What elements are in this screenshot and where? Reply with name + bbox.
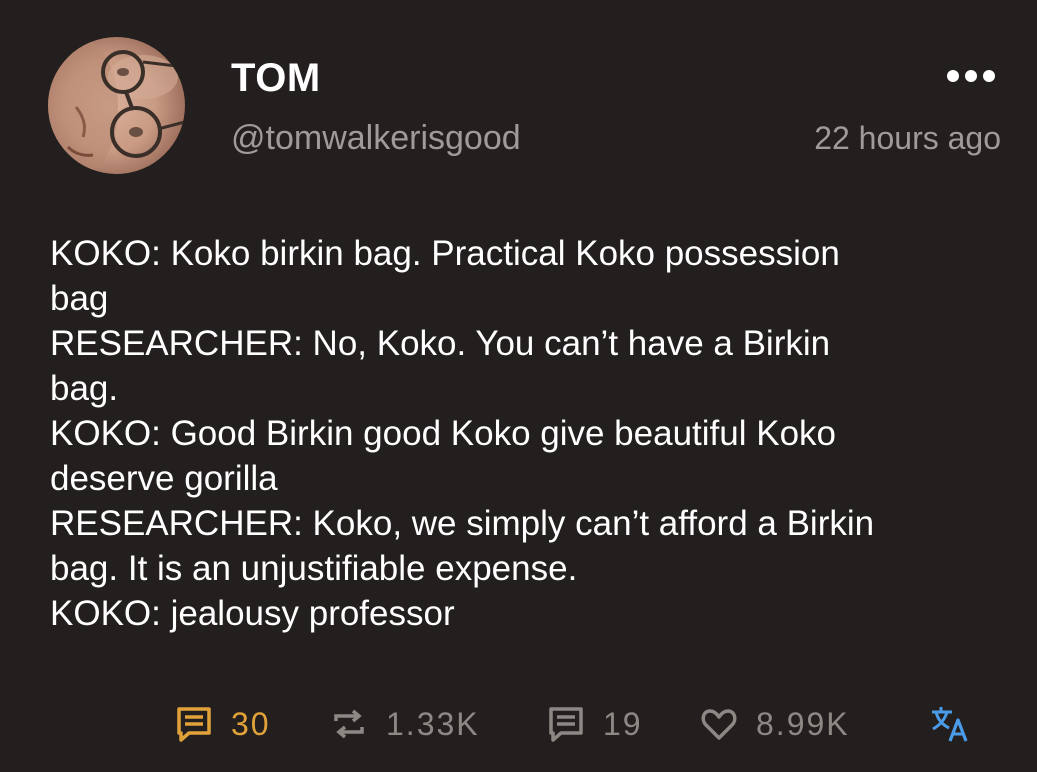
post-timestamp[interactable]: 22 hours ago (814, 118, 1001, 158)
quote-icon (549, 707, 583, 742)
content-line: RESEARCHER: No, Koko. You can’t have a B… (50, 324, 831, 363)
reply-icon (177, 707, 211, 742)
boost-count: 1.33K (386, 706, 480, 742)
content-line: deserve gorilla (50, 459, 278, 498)
author-display-name[interactable]: TOM (231, 56, 321, 100)
author-handle[interactable]: @tomwalkerisgood (231, 118, 521, 158)
content-line: KOKO: Good Birkin good Koko give beautif… (50, 414, 837, 453)
avatar-photo (48, 37, 185, 174)
content-line: bag (50, 279, 109, 318)
boost-button[interactable]: 1.33K (330, 700, 480, 748)
like-button[interactable]: 8.99K (700, 700, 850, 748)
more-horizontal-icon (947, 70, 995, 82)
translate-icon (932, 707, 968, 742)
post-actions-bar: 30 1.33K 19 8.99K (0, 700, 1037, 748)
post-content: KOKO: Koko birkin bag. Practical Koko po… (50, 231, 1000, 636)
content-line: KOKO: jealousy professor (50, 594, 455, 633)
repost-icon (334, 709, 364, 739)
content-line: bag. It is an unjustifiable expense. (50, 549, 578, 588)
quote-button[interactable]: 19 (547, 700, 643, 748)
avatar[interactable] (48, 37, 185, 174)
like-count: 8.99K (756, 706, 850, 742)
translate-button[interactable] (930, 700, 970, 748)
content-line: RESEARCHER: Koko, we simply can’t afford… (50, 504, 875, 543)
content-line: bag. (50, 369, 119, 408)
reply-count: 30 (231, 706, 271, 742)
quote-count: 19 (603, 706, 643, 742)
heart-icon (701, 709, 737, 740)
reply-button[interactable]: 30 (175, 700, 271, 748)
content-line: KOKO: Koko birkin bag. Practical Koko po… (50, 234, 840, 273)
more-options-button[interactable] (945, 64, 997, 88)
post-card: TOM @tomwalkerisgood 22 hours ago KOKO: … (0, 0, 1037, 772)
